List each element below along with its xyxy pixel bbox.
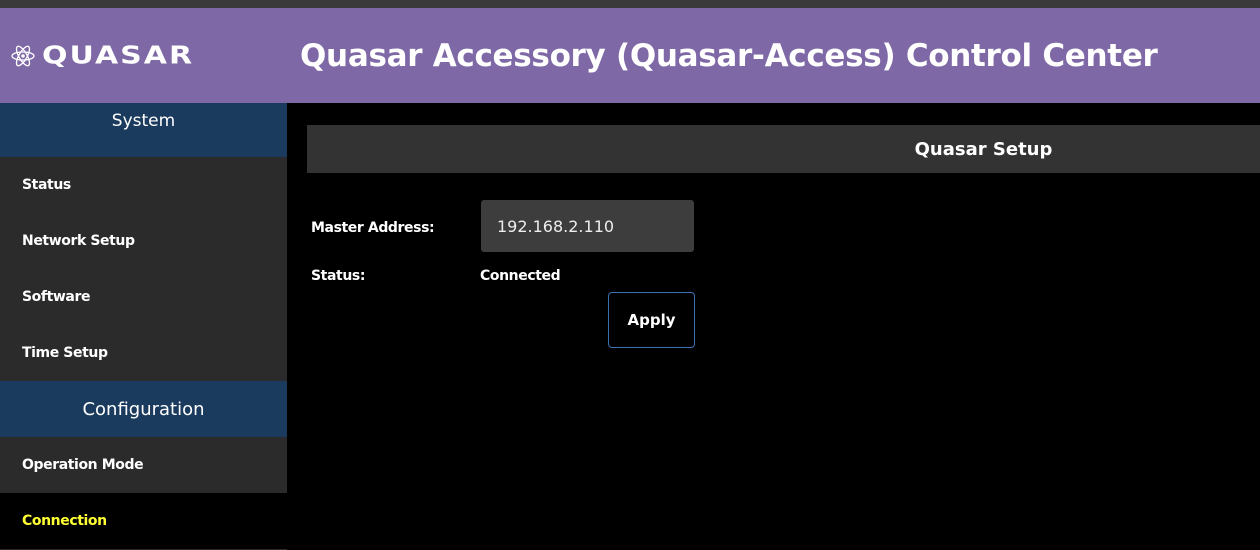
sidebar-item-network-setup[interactable]: Network Setup xyxy=(0,213,287,269)
sidebar-section-system: System xyxy=(0,103,287,157)
status-value: Connected xyxy=(480,268,561,284)
logo-text: QUASAR xyxy=(42,41,195,70)
app-title: Quasar Accessory (Quasar-Access) Control… xyxy=(300,37,1158,74)
master-address-input[interactable] xyxy=(481,200,694,252)
apply-button[interactable]: Apply xyxy=(608,292,695,348)
sidebar-section-configuration: Configuration xyxy=(0,381,287,437)
header-bar: QUASAR Quasar Accessory (Quasar-Access) … xyxy=(0,8,1260,103)
quasar-logo: QUASAR xyxy=(10,38,300,73)
status-label: Status: xyxy=(311,268,366,284)
master-address-label: Master Address: xyxy=(311,220,435,236)
sidebar-item-connection[interactable]: Connection xyxy=(0,493,287,549)
sidebar-item-operation-mode[interactable]: Operation Mode xyxy=(0,437,287,493)
atom-icon xyxy=(11,45,35,66)
sidebar: System Status Network Setup Software Tim… xyxy=(0,103,287,550)
sidebar-item-time-setup[interactable]: Time Setup xyxy=(0,325,287,381)
top-border xyxy=(0,0,1260,8)
main-content: Quasar Setup Master Address: Status: Con… xyxy=(287,103,1260,550)
sidebar-item-software[interactable]: Software xyxy=(0,269,287,325)
panel-title: Quasar Setup xyxy=(307,125,1260,173)
app-window: QUASAR Quasar Accessory (Quasar-Access) … xyxy=(0,0,1260,550)
sidebar-item-status[interactable]: Status xyxy=(0,157,287,213)
